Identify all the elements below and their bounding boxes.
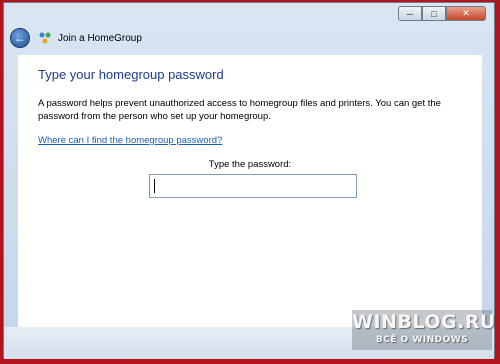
watermark-title: WINBLOG.RU bbox=[352, 311, 496, 333]
close-button[interactable]: ✕ bbox=[446, 6, 486, 21]
minimize-button[interactable]: ─ bbox=[398, 6, 422, 21]
description-text: A password helps prevent unauthorized ac… bbox=[38, 98, 441, 122]
join-homegroup-window: ─ □ ✕ ← Join a HomeGroup Type your homeg… bbox=[3, 2, 495, 359]
maximize-icon: □ bbox=[431, 8, 437, 19]
back-arrow-icon: ← bbox=[14, 31, 26, 45]
minimize-icon: ─ bbox=[406, 8, 414, 19]
window-controls: ─ □ ✕ bbox=[398, 6, 486, 21]
back-button[interactable]: ← bbox=[10, 28, 30, 48]
password-label: Type the password: bbox=[208, 159, 292, 170]
password-input[interactable] bbox=[149, 174, 357, 198]
text-cursor bbox=[154, 179, 155, 193]
help-link[interactable]: Where can I find the homegroup password? bbox=[38, 135, 222, 146]
homegroup-icon bbox=[39, 32, 51, 44]
close-icon: ✕ bbox=[462, 8, 470, 18]
window-title: Join a HomeGroup bbox=[58, 32, 142, 44]
navigation-bar: ← Join a HomeGroup bbox=[4, 23, 494, 53]
maximize-button[interactable]: □ bbox=[422, 6, 446, 21]
wizard-content: Type your homegroup password A password … bbox=[18, 55, 482, 327]
watermark-logo: WINBLOG.RU ВСЁ О WINDOWS bbox=[352, 310, 496, 350]
page-title: Type your homegroup password bbox=[38, 67, 224, 82]
watermark-subtitle: ВСЁ О WINDOWS bbox=[375, 335, 469, 345]
